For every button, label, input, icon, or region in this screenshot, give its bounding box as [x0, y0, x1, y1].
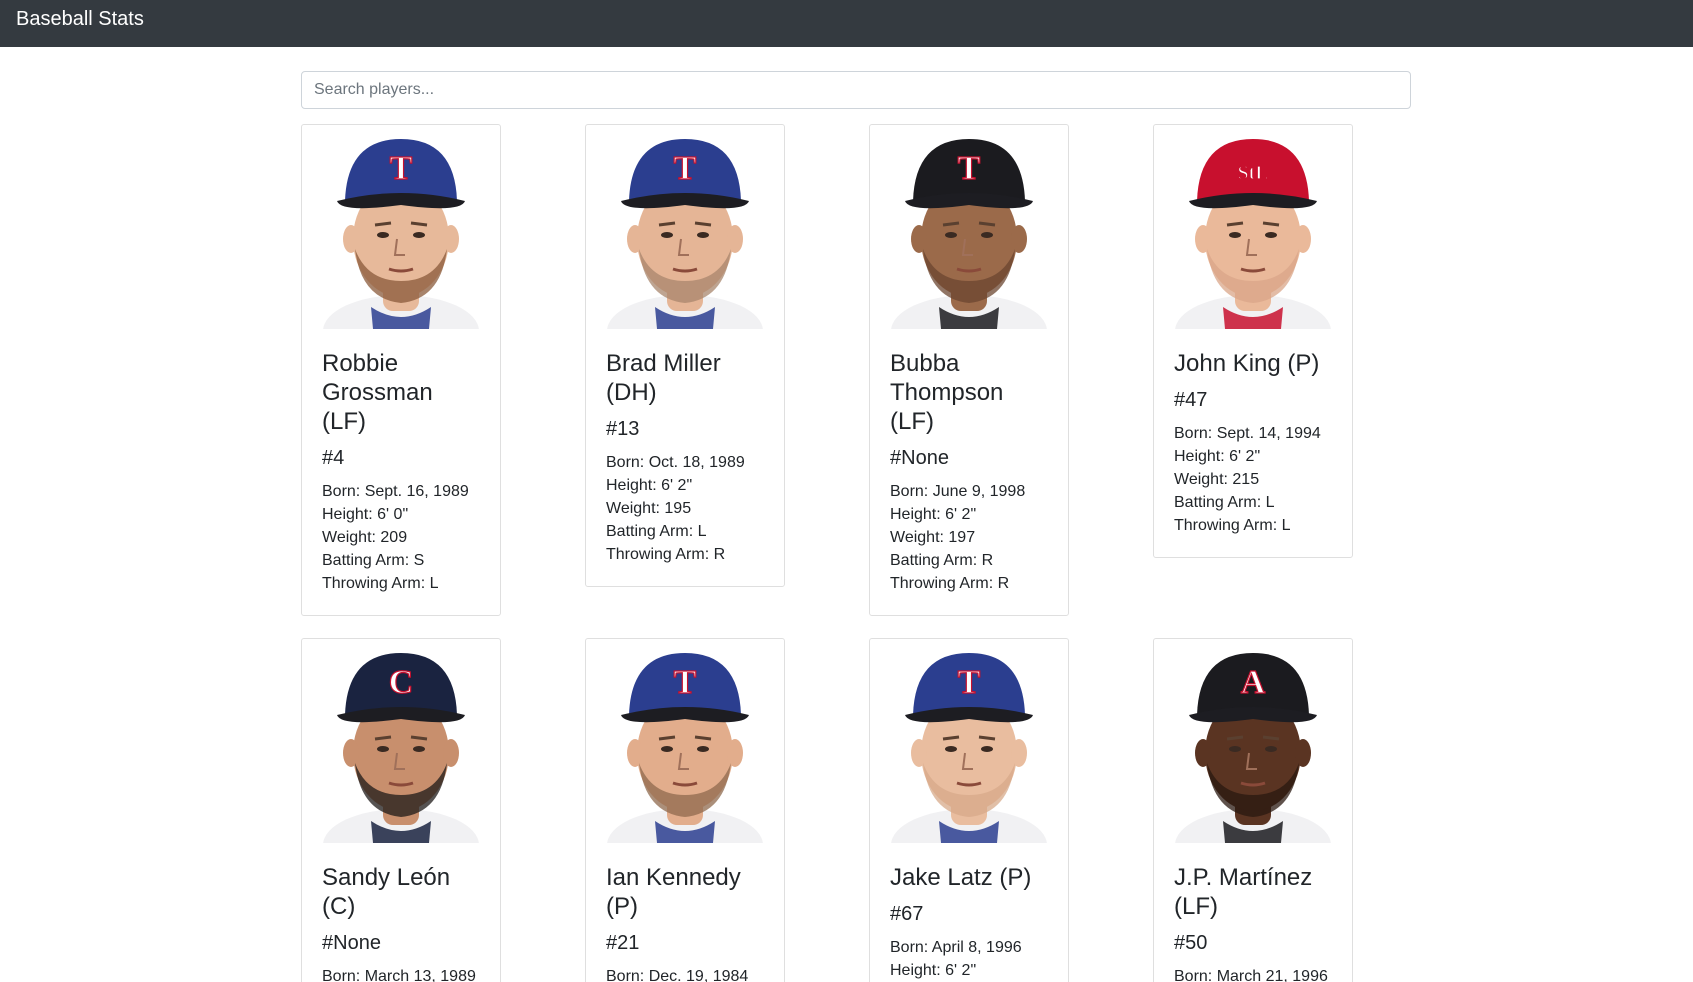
player-photo: T [891, 653, 1047, 843]
player-stats: Born: April 8, 1996 Height: 6' 2" [890, 936, 1048, 982]
player-born: Born: March 21, 1996 [1174, 968, 1328, 982]
player-photo: A [1175, 653, 1331, 843]
svg-text:T: T [674, 664, 697, 701]
player-number: #None [890, 447, 949, 469]
player-stats: Born: June 9, 1998 Height: 6' 2" Weight: 1… [890, 480, 1048, 595]
player-batting: Batting Arm: S [322, 552, 425, 569]
player-card[interactable]: T Brad Miller (DH) #13 Born: Oct. 18, 19… [585, 124, 785, 587]
player-number: #67 [890, 903, 924, 925]
player-throwing: Throwing Arm: L [322, 575, 439, 592]
card-body: J.P. Martínez (LF) #50 Born: March 21, 1… [1154, 843, 1352, 982]
player-throwing: Throwing Arm: R [890, 575, 1010, 592]
svg-text:A: A [1241, 664, 1266, 701]
card-body: Jake Latz (P) #67 Born: April 8, 1996 Hei… [870, 843, 1068, 982]
search-input[interactable] [301, 71, 1411, 109]
svg-text:C: C [389, 664, 414, 701]
card-body: Brad Miller (DH) #13 Born: Oct. 18, 1989… [586, 329, 784, 586]
player-card[interactable]: T Ian Kennedy (P) #21 Born: Dec. 19, 198… [585, 638, 785, 982]
player-name: J.P. Martínez (LF) [1174, 864, 1313, 920]
player-number: #21 [606, 932, 640, 954]
player-weight: Weight: 195 [606, 500, 692, 517]
player-born: Born: Sept. 14, 1994 [1174, 425, 1321, 442]
player-name: Jake Latz (P) [890, 864, 1032, 891]
player-stats: Born: Sept. 16, 1989 Height: 6' 0" Weight:… [322, 480, 480, 595]
svg-text:StL: StL [1237, 162, 1268, 184]
player-card[interactable]: A J.P. Martínez (LF) #50 Born: March 21,… [1153, 638, 1353, 982]
player-born: Born: Dec. 19, 1984 [606, 968, 749, 982]
player-photo: StL [1175, 139, 1331, 329]
svg-text:T: T [674, 150, 697, 187]
navbar-brand[interactable]: Baseball Stats [16, 8, 144, 31]
player-batting: Batting Arm: R [890, 552, 994, 569]
card-body: Ian Kennedy (P) #21 Born: Dec. 19, 1984 [586, 843, 784, 982]
player-stats: Born: Oct. 18, 1989 Height: 6' 2" Weight: … [606, 451, 764, 566]
player-name: Sandy León (C) [322, 864, 451, 920]
player-born: Born: Oct. 18, 1989 [606, 454, 745, 471]
player-number: #13 [606, 418, 640, 440]
player-card[interactable]: StL John King (P) #47 Born: Sept. 14, 19… [1153, 124, 1353, 558]
player-photo: C [323, 653, 479, 843]
player-name: John King (P) [1174, 350, 1320, 377]
player-photo: T [607, 653, 763, 843]
player-height: Height: 6' 2" [1174, 448, 1261, 465]
card-body: Robbie Grossman (LF) #4 Born: Sept. 16, … [302, 329, 500, 615]
player-card[interactable]: T Bubba Thompson (LF) #None Born: June 9… [869, 124, 1069, 616]
player-born: Born: April 8, 1996 [890, 939, 1022, 956]
player-throwing: Throwing Arm: R [606, 546, 726, 563]
player-stats: Born: March 21, 1996 [1174, 965, 1332, 982]
card-body: Sandy León (C) #None Born: March 13, 198… [302, 843, 500, 982]
player-number: #4 [322, 447, 345, 469]
player-card[interactable]: T Robbie Grossman (LF) #4 Born: Sept. 16… [301, 124, 501, 616]
player-stats: Born: March 13, 1989 [322, 965, 480, 982]
player-height: Height: 6' 2" [890, 962, 977, 979]
player-photo: T [607, 139, 763, 329]
player-weight: Weight: 197 [890, 529, 976, 546]
player-throwing: Throwing Arm: L [1174, 517, 1291, 534]
player-stats: Born: Sept. 14, 1994 Height: 6' 2" Weight:… [1174, 422, 1332, 537]
player-name: Robbie Grossman (LF) [322, 350, 433, 435]
player-name: Bubba Thompson (LF) [890, 350, 1004, 435]
player-name: Ian Kennedy (P) [606, 864, 741, 920]
svg-text:T: T [958, 150, 981, 187]
player-number: #47 [1174, 389, 1208, 411]
card-body: Bubba Thompson (LF) #None Born: June 9, … [870, 329, 1068, 615]
player-photo: T [323, 139, 479, 329]
player-weight: Weight: 209 [322, 529, 408, 546]
player-batting: Batting Arm: L [606, 523, 707, 540]
player-born: Born: June 9, 1998 [890, 483, 1026, 500]
player-card[interactable]: T Jake Latz (P) #67 Born: April 8, 1996 H… [869, 638, 1069, 982]
svg-text:T: T [958, 664, 981, 701]
player-batting: Batting Arm: L [1174, 494, 1275, 511]
card-body: John King (P) #47 Born: Sept. 14, 1994 He… [1154, 329, 1352, 557]
player-stats: Born: Dec. 19, 1984 [606, 965, 764, 982]
navbar: Baseball Stats [0, 0, 1693, 47]
player-born: Born: Sept. 16, 1989 [322, 483, 469, 500]
player-height: Height: 6' 2" [890, 506, 977, 523]
player-number: #None [322, 932, 381, 954]
player-card[interactable]: C Sandy León (C) #None Born: March 13, 1… [301, 638, 501, 982]
player-photo: T [891, 139, 1047, 329]
svg-text:T: T [390, 150, 413, 187]
player-number: #50 [1174, 932, 1208, 954]
player-born: Born: March 13, 1989 [322, 968, 476, 982]
player-weight: Weight: 215 [1174, 471, 1260, 488]
player-height: Height: 6' 2" [606, 477, 693, 494]
player-name: Brad Miller (DH) [606, 350, 721, 406]
player-height: Height: 6' 0" [322, 506, 409, 523]
